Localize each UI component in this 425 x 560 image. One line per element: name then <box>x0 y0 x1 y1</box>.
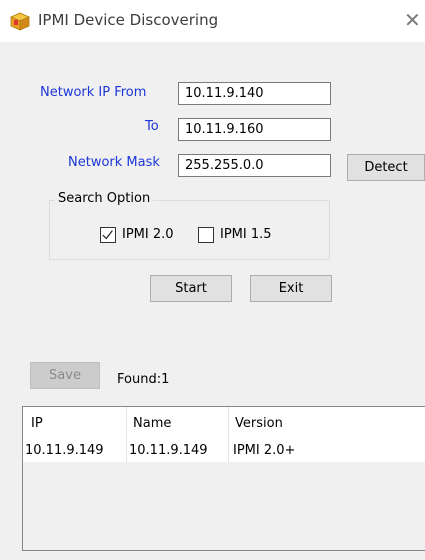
ipmi15-label: IPMI 1.5 <box>220 227 272 242</box>
title-bar: IPMI Device Discovering ✕ <box>0 0 425 42</box>
table-header: IP Name Version <box>23 407 425 440</box>
checkmark-icon <box>102 230 113 240</box>
table-row[interactable]: 10.11.9.149 10.11.9.149 IPMI 2.0+ <box>23 440 425 462</box>
cell-divider <box>228 440 229 462</box>
cell-name: 10.11.9.149 <box>129 443 208 458</box>
ipmi20-checkbox[interactable] <box>100 227 116 243</box>
column-header-name[interactable]: Name <box>133 416 171 431</box>
found-count: Found:1 <box>117 372 170 387</box>
column-divider[interactable] <box>126 407 127 440</box>
window-title: IPMI Device Discovering <box>38 11 219 29</box>
ip-to-label: To <box>145 119 159 134</box>
ip-to-input[interactable]: 10.11.9.160 <box>178 118 331 141</box>
start-button[interactable]: Start <box>150 275 232 302</box>
save-button[interactable]: Save <box>30 362 100 389</box>
column-divider[interactable] <box>228 407 229 440</box>
detect-button[interactable]: Detect <box>347 154 425 181</box>
ipmi20-label: IPMI 2.0 <box>122 227 174 242</box>
cell-ip: 10.11.9.149 <box>25 443 104 458</box>
network-mask-label: Network Mask <box>68 155 160 170</box>
package-icon <box>10 12 30 31</box>
column-header-ip[interactable]: IP <box>31 416 43 431</box>
cell-version: IPMI 2.0+ <box>233 443 296 458</box>
exit-button[interactable]: Exit <box>250 275 332 302</box>
close-icon[interactable]: ✕ <box>404 8 424 32</box>
ipmi15-checkbox[interactable] <box>198 227 214 243</box>
column-header-version[interactable]: Version <box>235 416 283 431</box>
network-ip-from-label: Network IP From <box>40 85 147 100</box>
results-table: IP Name Version 10.11.9.149 10.11.9.149 … <box>22 406 425 551</box>
search-option-group <box>49 200 330 260</box>
network-mask-input[interactable]: 255.255.0.0 <box>178 154 331 177</box>
cell-divider <box>126 440 127 462</box>
search-option-title: Search Option <box>55 191 154 206</box>
ip-from-input[interactable]: 10.11.9.140 <box>178 82 331 105</box>
